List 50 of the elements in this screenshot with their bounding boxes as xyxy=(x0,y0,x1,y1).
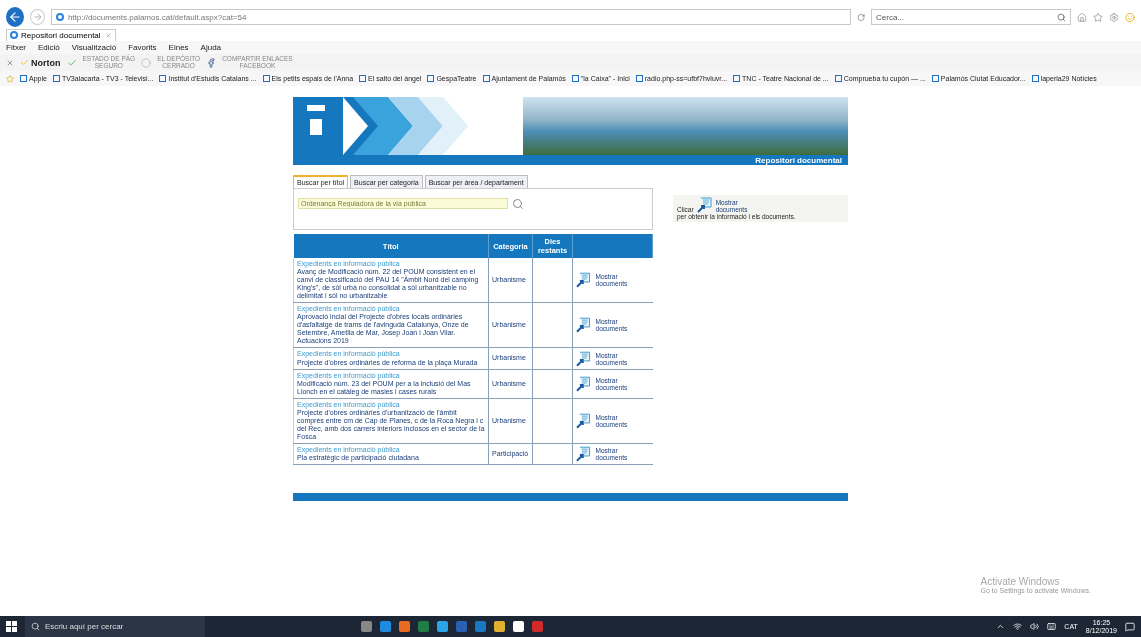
favorites-icon[interactable] xyxy=(1093,11,1103,23)
taskbar-app-icon[interactable] xyxy=(418,621,429,632)
smiley-icon[interactable] xyxy=(1125,11,1135,23)
document-arrow-icon xyxy=(576,350,592,367)
activation-title: Activate Windows xyxy=(980,576,1061,587)
taskbar-app-icon[interactable] xyxy=(361,621,372,632)
menu-item[interactable]: Edició xyxy=(38,43,60,52)
refresh-icon[interactable] xyxy=(856,12,866,22)
taskbar-app-icon[interactable] xyxy=(380,621,391,632)
network-icon[interactable] xyxy=(1013,622,1023,631)
search-field[interactable]: Cerca... xyxy=(871,9,1072,25)
document-arrow-icon xyxy=(576,412,592,429)
forward-button[interactable] xyxy=(30,9,45,25)
back-arrow-icon xyxy=(8,10,23,24)
volume-icon[interactable] xyxy=(1030,622,1040,631)
menu-item[interactable]: Eines xyxy=(168,43,189,52)
search-icon[interactable] xyxy=(1057,12,1067,22)
banner-title: Repositori documental xyxy=(755,155,842,165)
notifications-icon[interactable] xyxy=(1125,621,1135,632)
taskbar-app-icon[interactable] xyxy=(475,621,486,632)
search-icon xyxy=(31,622,40,631)
home-icon[interactable] xyxy=(1077,11,1088,23)
keyboard-icon[interactable] xyxy=(1047,622,1057,631)
taskbar-app-icon[interactable] xyxy=(437,621,448,632)
menu-item[interactable]: Favorits xyxy=(128,43,157,52)
back-button[interactable] xyxy=(6,7,25,27)
circle-icon xyxy=(141,57,152,68)
menu-item[interactable]: Visualització xyxy=(71,43,117,52)
document-arrow-icon xyxy=(576,446,592,462)
taskbar-app-icon[interactable] xyxy=(494,621,505,632)
menu-item[interactable]: Fitxer xyxy=(6,43,26,52)
taskbar-app-icon[interactable] xyxy=(513,621,524,632)
windows-start-icon[interactable] xyxy=(6,621,17,632)
close-icon[interactable] xyxy=(6,58,14,67)
norton-logo[interactable]: Norton xyxy=(20,57,61,68)
facebook-icon xyxy=(206,57,217,68)
document-arrow-icon xyxy=(576,375,592,392)
document-arrow-icon xyxy=(576,272,592,289)
document-arrow-icon xyxy=(576,317,592,334)
taskbar-app-icon[interactable] xyxy=(399,621,410,632)
search-icon[interactable] xyxy=(512,198,524,210)
menu-item[interactable]: Ajuda xyxy=(200,43,222,52)
forward-arrow-icon xyxy=(32,12,43,22)
favorites-bar-icon[interactable] xyxy=(6,74,14,83)
taskbar-search-field[interactable]: Escriu aquí per cercar xyxy=(25,616,205,637)
settings-icon[interactable] xyxy=(1109,11,1119,23)
taskbar-app-icon[interactable] xyxy=(532,621,543,632)
address-bar[interactable]: http://documents.palamos.cat/default.aspx?cat=54 xyxy=(50,9,851,25)
browser-tab[interactable]: Repositori documental xyxy=(6,28,116,41)
close-icon[interactable] xyxy=(105,31,112,39)
